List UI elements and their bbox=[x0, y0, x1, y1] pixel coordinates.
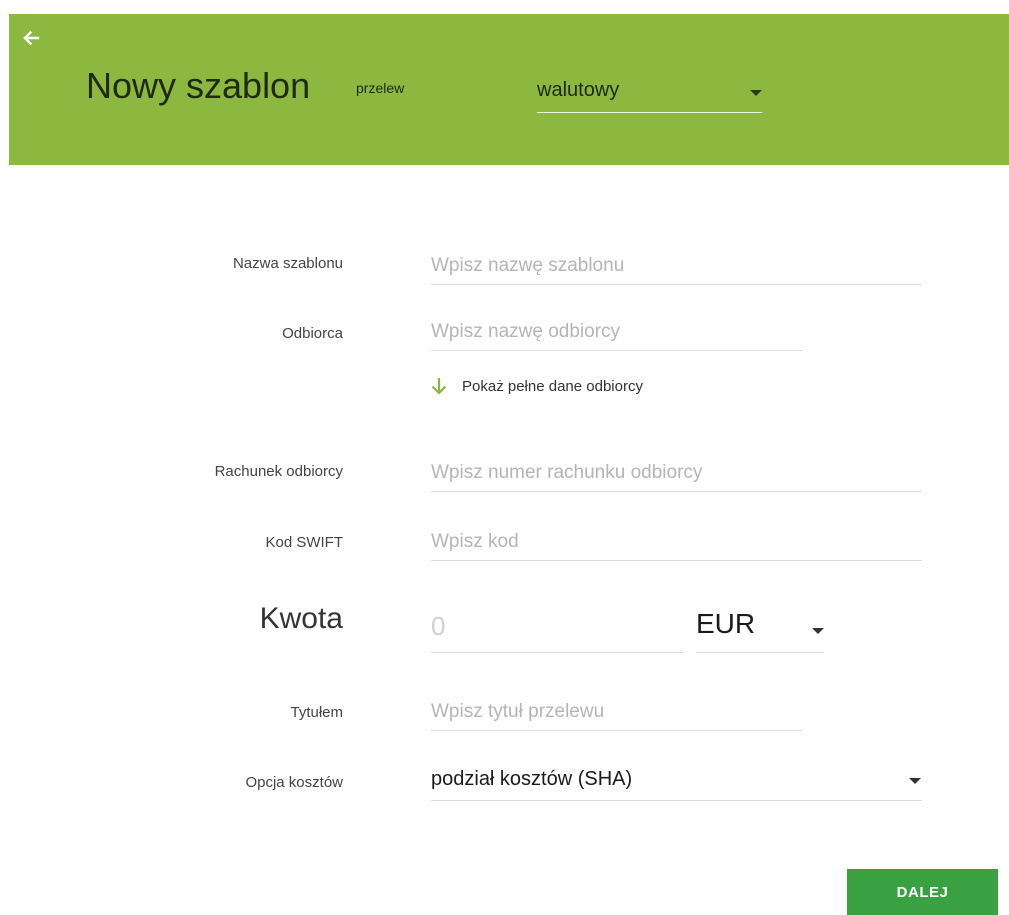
new-template-page: Nowy szablon przelew walutowy Nazwa szab… bbox=[0, 0, 1009, 915]
cost-option-select[interactable]: podział kosztów (SHA) bbox=[431, 762, 922, 801]
page-title: Nowy szablon bbox=[86, 65, 311, 106]
cost-option-label: Opcja kosztów bbox=[245, 774, 343, 791]
transfer-title-label: Tytułem bbox=[290, 704, 343, 721]
transfer-type-select[interactable]: walutowy bbox=[537, 74, 762, 113]
recipient-field bbox=[431, 316, 802, 351]
recipient-account-field bbox=[431, 457, 922, 492]
template-name-input[interactable] bbox=[431, 250, 922, 282]
show-full-recipient-label: Pokaż pełne dane odbiorcy bbox=[462, 377, 643, 395]
arrow-down-icon bbox=[431, 378, 447, 395]
swift-label: Kod SWIFT bbox=[265, 534, 343, 551]
recipient-label: Odbiorca bbox=[282, 325, 343, 342]
amount-input[interactable] bbox=[431, 606, 683, 646]
recipient-account-label: Rachunek odbiorcy bbox=[214, 463, 343, 480]
arrow-left-icon bbox=[23, 30, 40, 46]
show-full-recipient-link[interactable]: Pokaż pełne dane odbiorcy bbox=[430, 374, 643, 398]
page-header: Nowy szablon przelew walutowy bbox=[9, 14, 1009, 165]
cost-option-value: podział kosztów (SHA) bbox=[431, 768, 633, 790]
transfer-title-field bbox=[431, 696, 802, 731]
swift-field bbox=[431, 526, 922, 561]
caret-down-icon bbox=[909, 778, 921, 784]
currency-select[interactable]: EUR bbox=[696, 606, 824, 653]
page-subtitle: przelew bbox=[356, 80, 405, 96]
template-name-field bbox=[431, 250, 922, 285]
transfer-type-value: walutowy bbox=[537, 79, 620, 101]
recipient-input[interactable] bbox=[431, 316, 802, 348]
next-button[interactable]: DALEJ bbox=[847, 869, 998, 915]
amount-field bbox=[431, 606, 683, 653]
amount-label: Kwota bbox=[259, 602, 343, 635]
recipient-account-input[interactable] bbox=[431, 457, 922, 489]
template-name-label: Nazwa szablonu bbox=[232, 255, 343, 272]
caret-down-icon bbox=[812, 628, 824, 634]
caret-down-icon bbox=[750, 90, 762, 96]
transfer-title-input[interactable] bbox=[431, 696, 802, 728]
currency-value: EUR bbox=[696, 608, 756, 639]
swift-input[interactable] bbox=[431, 526, 922, 558]
back-button[interactable] bbox=[21, 28, 49, 56]
